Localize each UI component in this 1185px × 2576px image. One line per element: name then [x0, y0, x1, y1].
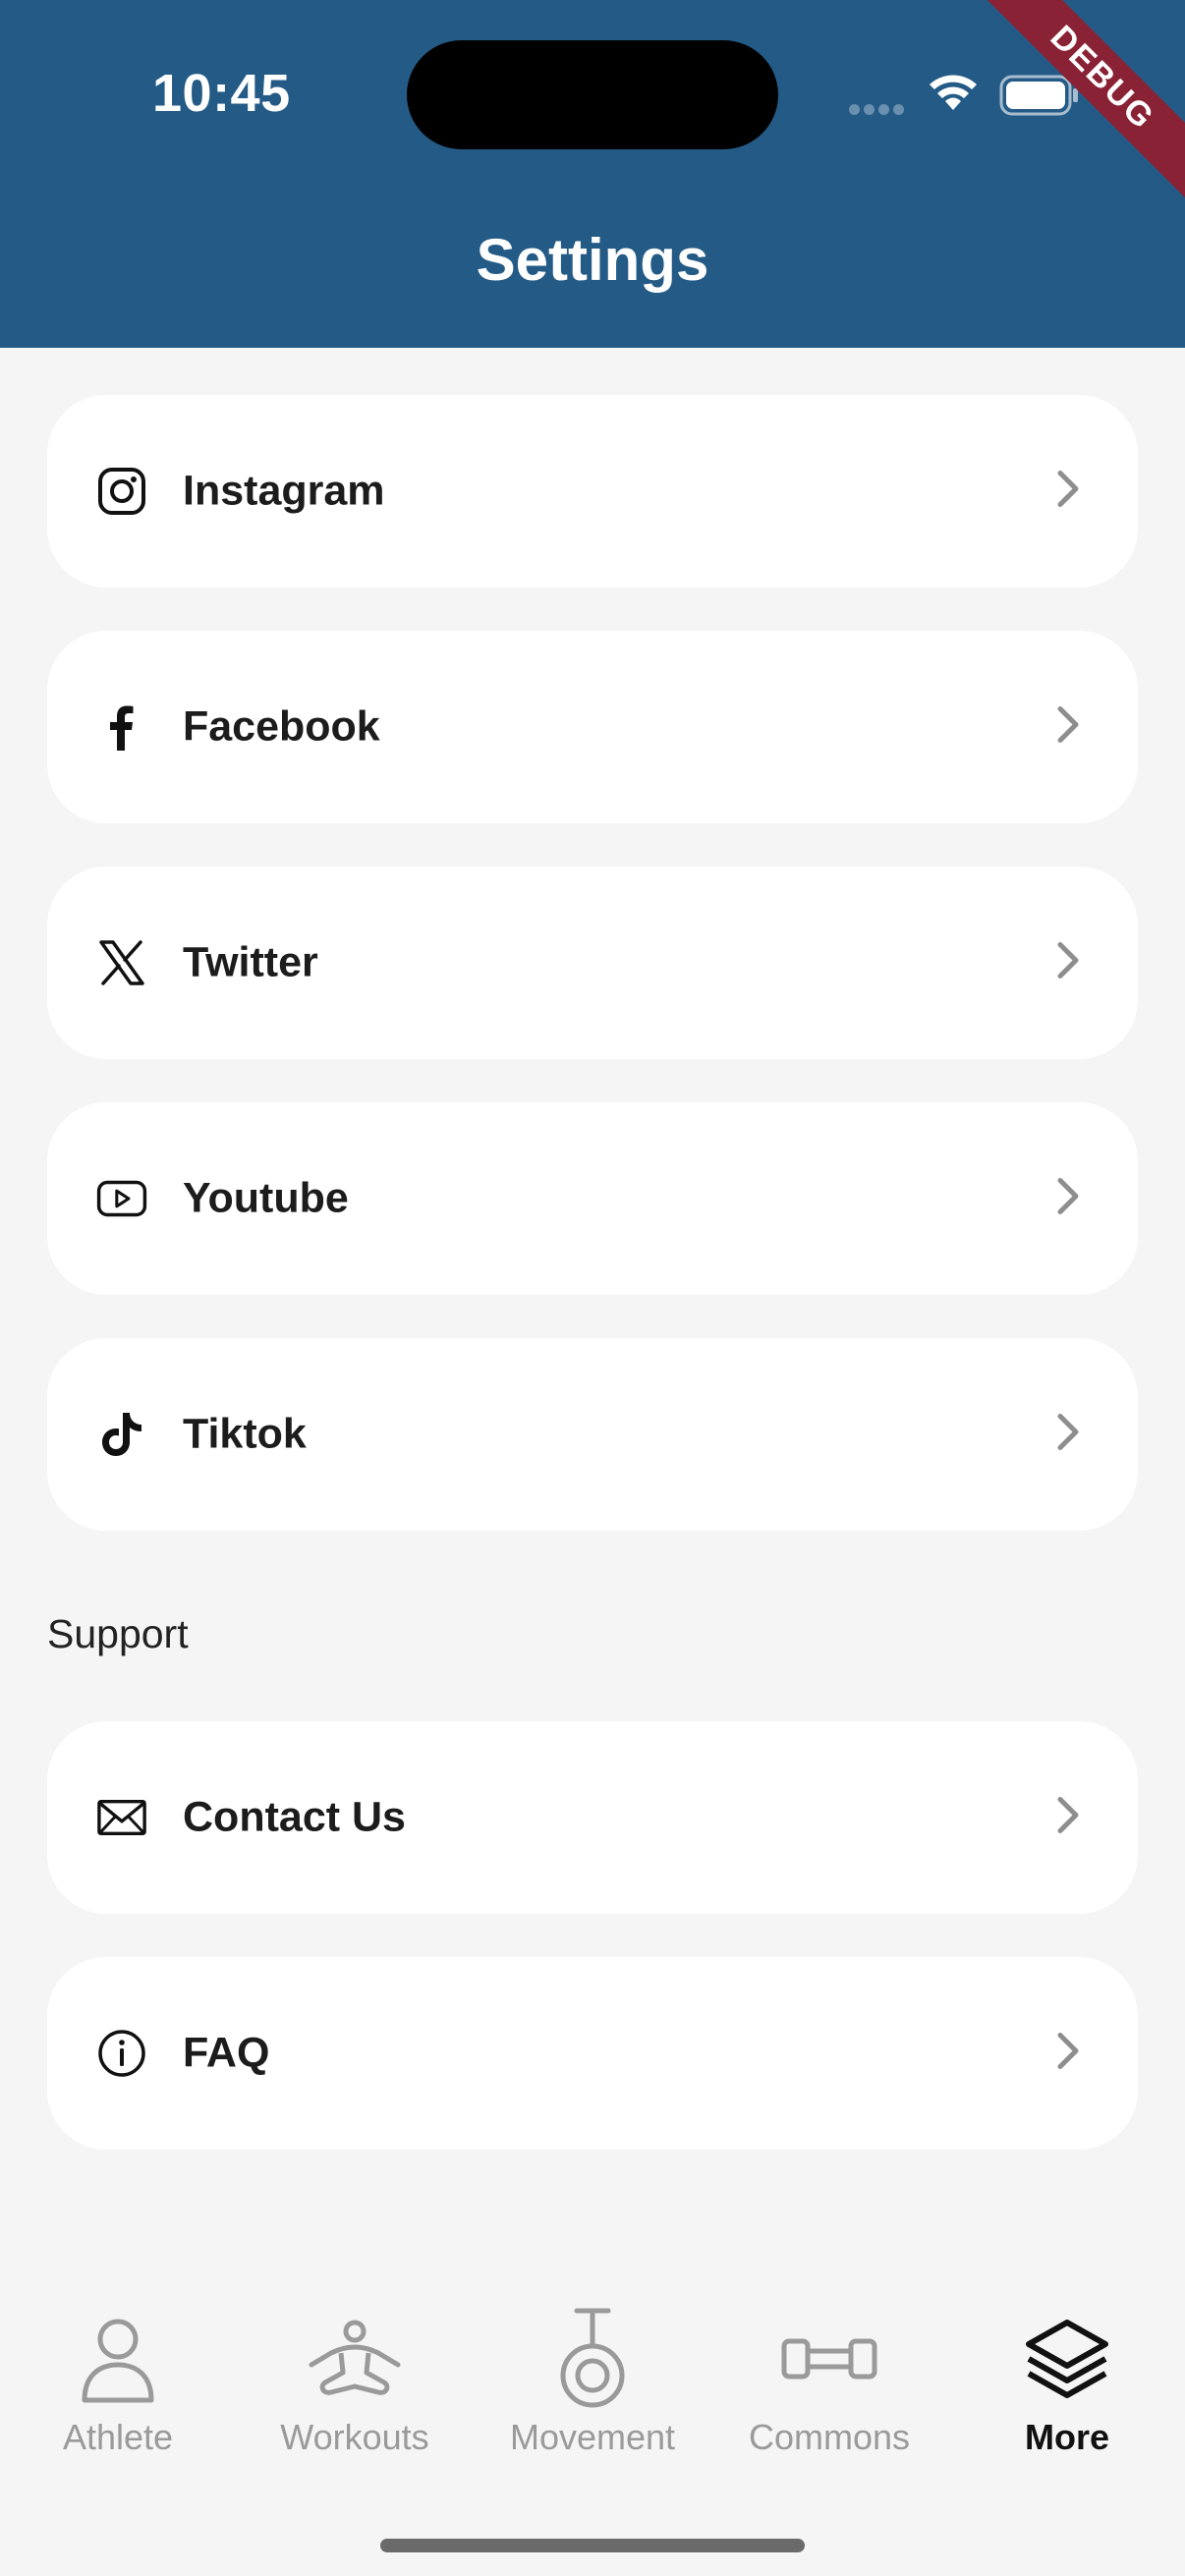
settings-item-youtube[interactable]: Youtube — [47, 1102, 1138, 1295]
chevron-right-icon — [1055, 704, 1081, 751]
nav-tab-more[interactable]: More — [959, 2305, 1175, 2458]
layers-icon — [959, 2305, 1175, 2413]
nav-label: More — [1024, 2417, 1109, 2457]
wifi-icon — [928, 73, 979, 117]
tiktok-icon — [96, 1409, 147, 1460]
dynamic-island — [407, 40, 778, 149]
kettlebell-icon — [484, 2305, 701, 2413]
settings-item-faq[interactable]: FAQ — [47, 1957, 1138, 2150]
chevron-right-icon — [1055, 1412, 1081, 1458]
settings-item-label: FAQ — [183, 2029, 270, 2077]
meditation-icon — [247, 2305, 463, 2413]
nav-tab-athlete[interactable]: Athlete — [10, 2305, 226, 2458]
settings-item-twitter[interactable]: Twitter — [47, 867, 1138, 1059]
x-twitter-icon — [96, 937, 147, 988]
instagram-icon — [96, 466, 147, 517]
battery-icon — [999, 75, 1080, 121]
settings-item-label: Youtube — [183, 1174, 349, 1222]
section-heading-support: Support — [47, 1611, 189, 1656]
info-icon — [96, 2028, 147, 2079]
settings-screen: 10:45 DEBUG Settings Instagram Facebook … — [0, 0, 1185, 2576]
settings-item-contact-us[interactable]: Contact Us — [47, 1721, 1138, 1914]
status-time: 10:45 — [152, 64, 291, 123]
settings-item-label: Twitter — [183, 938, 318, 986]
clipped-section-heading — [47, 2226, 244, 2250]
home-indicator[interactable] — [380, 2539, 805, 2552]
chevron-right-icon — [1055, 1795, 1081, 1841]
mail-icon — [96, 1792, 147, 1843]
app-header: 10:45 DEBUG Settings — [0, 0, 1185, 348]
youtube-icon — [96, 1173, 147, 1224]
settings-item-tiktok[interactable]: Tiktok — [47, 1338, 1138, 1531]
chevron-right-icon — [1055, 2031, 1081, 2077]
settings-item-label: Instagram — [183, 467, 385, 515]
nav-tab-movement[interactable]: Movement — [484, 2305, 701, 2458]
nav-label: Commons — [748, 2417, 911, 2457]
settings-item-label: Contact Us — [183, 1793, 406, 1841]
facebook-icon — [96, 701, 147, 753]
person-icon — [10, 2305, 226, 2413]
settings-item-facebook[interactable]: Facebook — [47, 631, 1138, 823]
settings-item-label: Facebook — [183, 702, 380, 751]
settings-item-instagram[interactable]: Instagram — [47, 395, 1138, 588]
nav-tab-workouts[interactable]: Workouts — [247, 2305, 463, 2458]
nav-label: Workouts — [280, 2417, 429, 2457]
nav-tab-commons[interactable]: Commons — [721, 2305, 937, 2458]
chevron-right-icon — [1055, 469, 1081, 515]
chevron-right-icon — [1055, 1176, 1081, 1222]
nav-label: Athlete — [62, 2417, 174, 2457]
page-title: Settings — [476, 227, 709, 293]
cellular-signal-icon — [849, 102, 908, 120]
dumbbell-icon — [721, 2305, 937, 2413]
chevron-right-icon — [1055, 940, 1081, 986]
settings-item-label: Tiktok — [183, 1410, 307, 1458]
nav-label: Movement — [509, 2417, 676, 2457]
bottom-navigation-bar: Athlete Workouts Movement Commons More — [0, 2260, 1185, 2576]
